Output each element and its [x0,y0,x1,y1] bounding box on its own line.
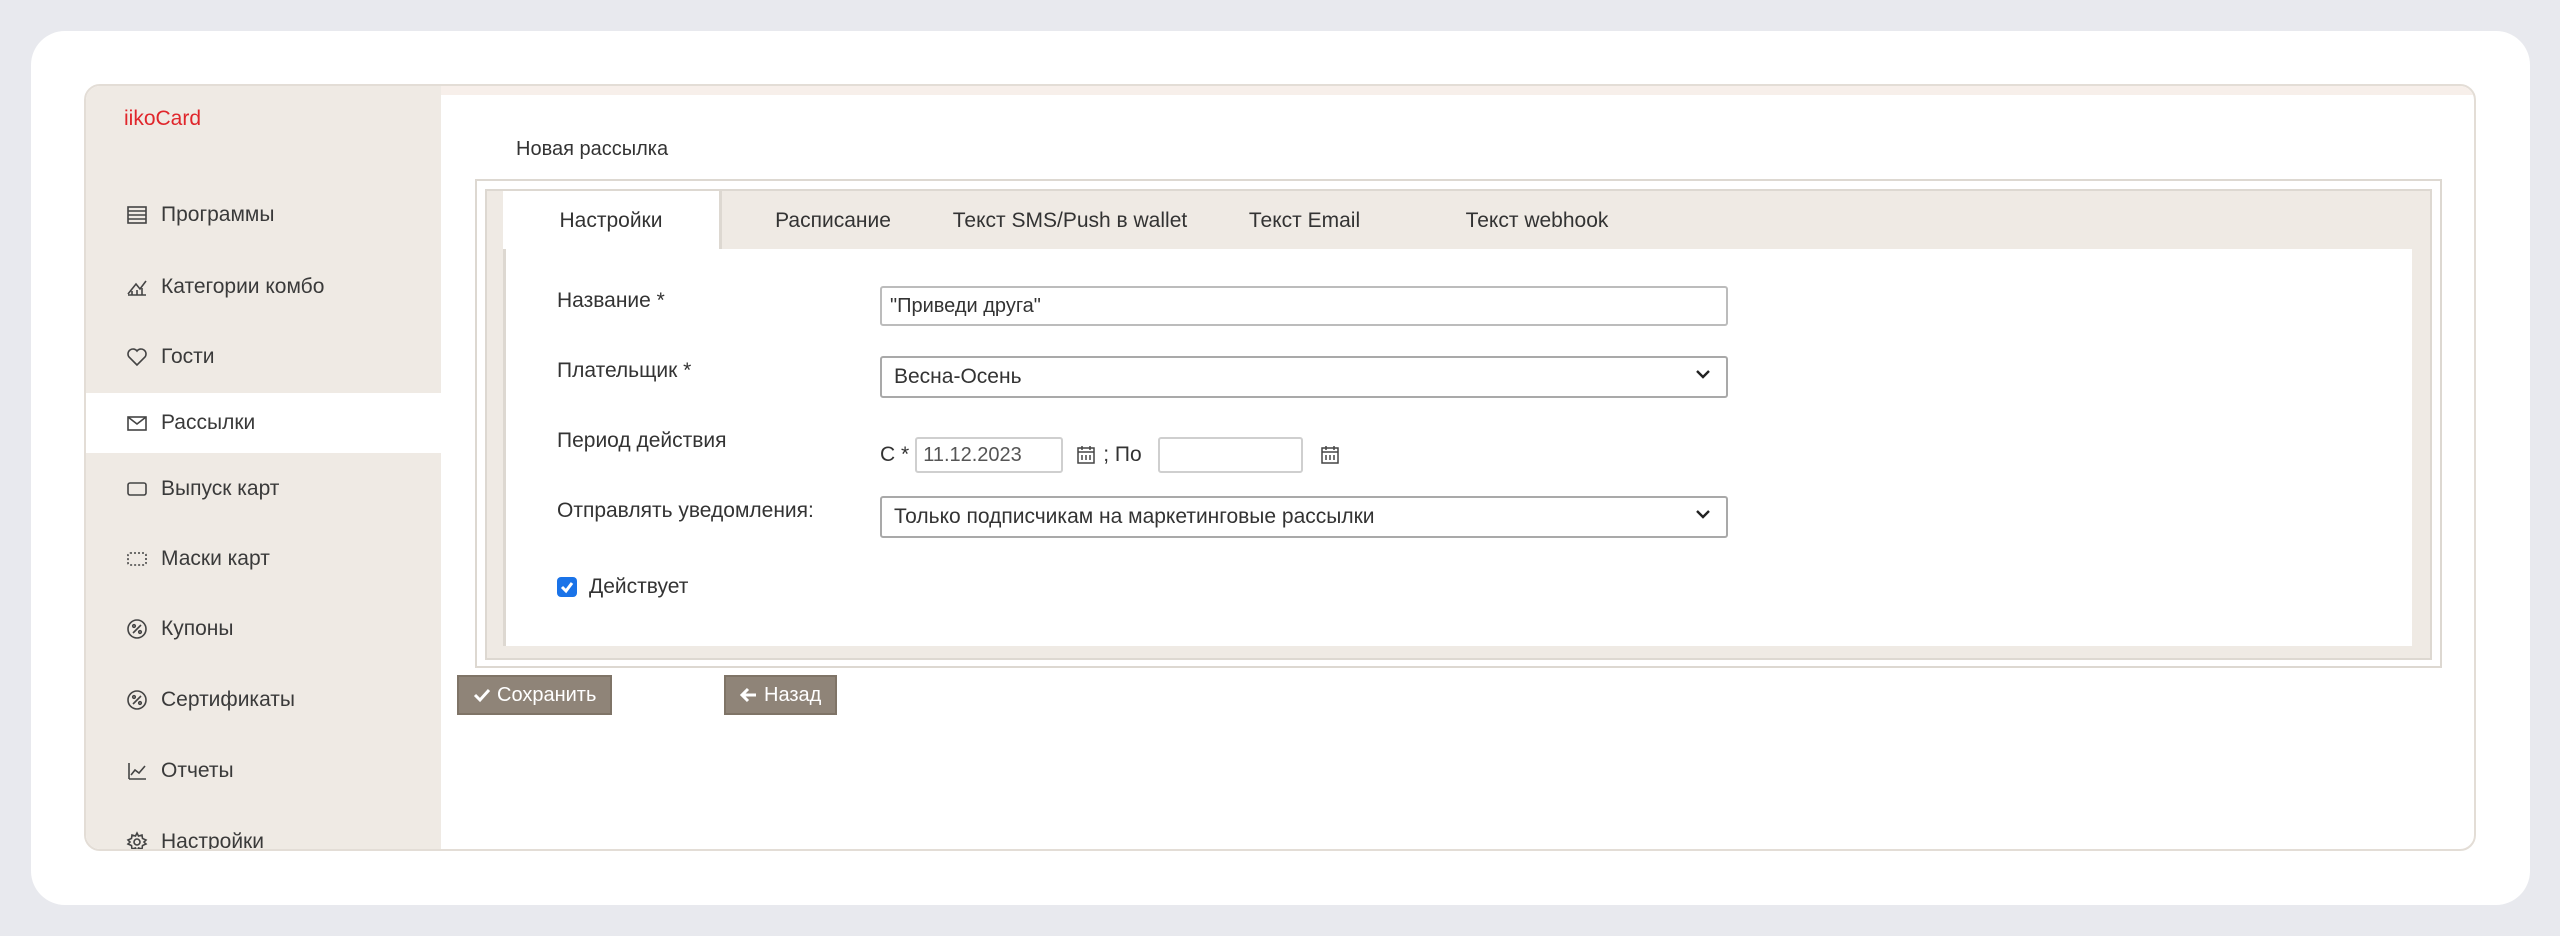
brand-logo[interactable]: iikoCard [124,107,201,131]
calendar-icon[interactable] [1075,443,1099,467]
arrow-left-icon [740,687,756,703]
sidebar-item-mailings[interactable]: Рассылки [86,393,441,453]
card-icon [125,477,149,501]
percent-icon [125,617,149,641]
sidebar-item-card-masks[interactable]: Маски карт [86,529,441,589]
payer-select[interactable]: Весна-Осень [880,356,1728,398]
sidebar-item-label: Купоны [161,617,234,640]
sidebar-item-label: Категории комбо [161,275,325,298]
category-icon [125,275,149,299]
check-icon [473,688,491,703]
sidebar-item-label: Сертификаты [161,688,295,711]
period-row: С * 11.12.2023 ; По [880,435,1347,475]
sidebar-item-label: Гости [161,345,215,368]
period-to-label: ; По [1103,443,1142,466]
active-checkbox-row: Действует [557,575,688,599]
calendar-icon[interactable] [1319,443,1343,467]
sidebar-item-label: Маски карт [161,547,270,570]
sidebar-item-guests[interactable]: Гости [86,327,441,387]
tab-sms-push[interactable]: Текст SMS/Push в wallet [935,191,1205,250]
active-checkbox-label: Действует [589,575,689,598]
tabs-frame: Настройки Расписание Текст SMS/Push в wa… [475,179,2442,668]
sidebar-item-card-issue[interactable]: Выпуск карт [86,459,441,519]
sidebar-item-label: Программы [161,203,275,226]
heart-icon [125,345,149,369]
period-from-input[interactable]: 11.12.2023 [915,437,1064,473]
chevron-down-icon [1692,363,1714,391]
payer-select-value: Весна-Осень [894,365,1022,388]
active-checkbox[interactable] [557,577,577,597]
sidebar-item-label: Отчеты [161,759,234,782]
notify-label: Отправлять уведомления: [557,499,814,522]
sidebar-item-certificates[interactable]: Сертификаты [86,670,441,730]
settings-panel: Название * "Приведи друга" Плательщик * … [503,249,2412,646]
gear-icon [125,830,149,849]
tab-settings[interactable]: Настройки [503,191,722,250]
period-from-label: С * [880,443,910,466]
sidebar-item-combo-categories[interactable]: Категории комбо [86,257,441,317]
tab-email[interactable]: Текст Email [1212,191,1397,250]
name-input[interactable]: "Приведи друга" [880,286,1728,326]
sidebar-item-coupons[interactable]: Купоны [86,599,441,659]
name-label: Название * [557,289,665,312]
period-label: Период действия [557,429,727,452]
list-icon [125,203,149,227]
app-window: iikoCard Программы Категории комбо Гости… [84,84,2476,851]
notify-select[interactable]: Только подписчикам на маркетинговые расс… [880,496,1728,538]
chart-icon [125,759,149,783]
percent-icon [125,688,149,712]
sidebar-item-label: Выпуск карт [161,477,280,500]
back-button[interactable]: Назад [724,675,838,715]
sidebar-item-settings[interactable]: Настройки [86,812,441,851]
sidebar: iikoCard Программы Категории комбо Гости… [86,86,441,849]
save-button-label: Сохранить [497,683,597,706]
period-to-input[interactable] [1157,437,1303,473]
page-title: Новая рассылка [516,138,669,160]
tab-webhook[interactable]: Текст webhook [1407,191,1667,250]
sidebar-item-programs[interactable]: Программы [86,185,441,245]
notify-select-value: Только подписчикам на маркетинговые расс… [894,505,1375,528]
payer-label: Плательщик * [557,359,692,382]
tab-schedule[interactable]: Расписание [733,191,933,250]
sidebar-item-reports[interactable]: Отчеты [86,741,441,801]
main-content: Новая рассылка Настройки Расписание Текс… [441,86,2474,849]
mail-icon [125,411,149,435]
save-button[interactable]: Сохранить [457,675,613,715]
mask-icon [125,547,149,571]
sidebar-item-label: Настройки [161,830,264,851]
tabs-container: Настройки Расписание Текст SMS/Push в wa… [485,189,2432,660]
chevron-down-icon [1692,503,1714,531]
back-button-label: Назад [764,683,822,706]
sidebar-item-label: Рассылки [161,411,256,434]
